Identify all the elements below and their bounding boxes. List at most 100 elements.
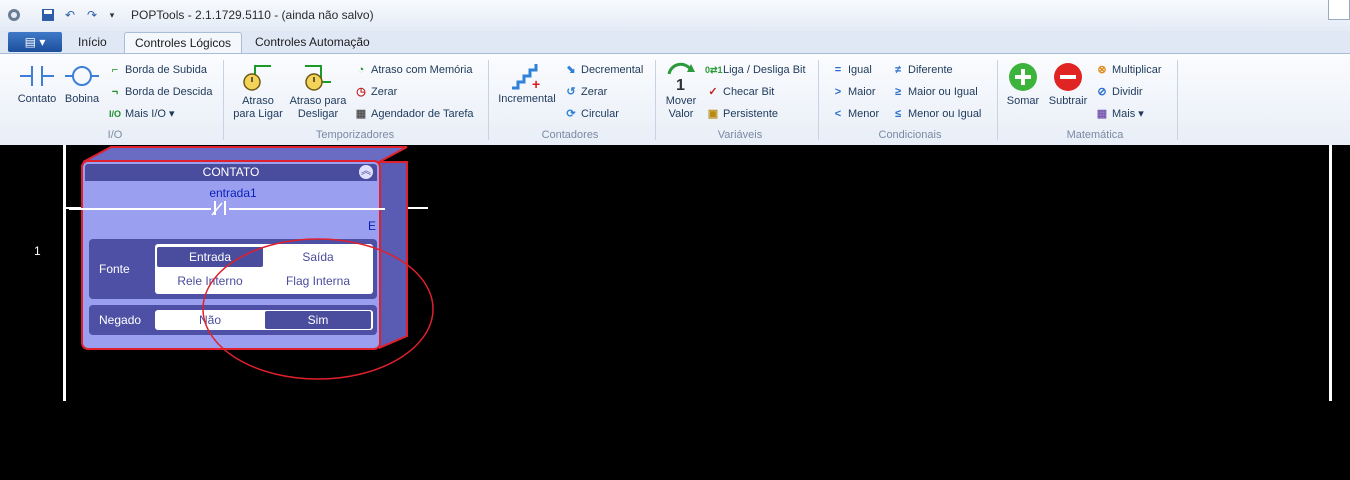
- highlight-ellipse: [202, 238, 434, 380]
- group-label-condicionais: Condicionais: [878, 129, 942, 141]
- redo-icon[interactable]: ↷: [85, 8, 99, 22]
- negado-label: Negado: [99, 313, 142, 327]
- contato-label: Contato: [17, 93, 57, 105]
- maior-button[interactable]: > Maior: [830, 84, 876, 100]
- group-label-contadores: Contadores: [541, 129, 599, 141]
- left-power-rail: [63, 145, 66, 401]
- greater-than-icon: >: [834, 86, 842, 99]
- dropdown-arrow-icon: ▾: [1138, 108, 1144, 120]
- group-separator: [488, 60, 489, 140]
- dividir-button[interactable]: ⊘ Dividir: [1094, 84, 1142, 100]
- quick-access-dropdown-icon[interactable]: ▾: [105, 8, 119, 22]
- svg-text:1: 1: [676, 77, 685, 92]
- group-separator: [1177, 60, 1178, 140]
- contact-variable-name[interactable]: entrada1: [83, 186, 383, 200]
- fonte-label: Fonte: [99, 262, 130, 276]
- bobina-button[interactable]: Bobina: [62, 62, 102, 106]
- timer-off-icon: [305, 65, 331, 91]
- group-separator: [655, 60, 656, 140]
- timer-reset-icon: ◷: [356, 86, 366, 99]
- app-icon[interactable]: [7, 8, 21, 22]
- ladder-canvas[interactable]: 1 CONTATO ︽ entrada1 E Fonte Entrada Saí…: [0, 145, 1350, 480]
- check-bit-icon: ✓: [708, 86, 718, 99]
- toggle-bit-icon: 0⇄1: [705, 65, 723, 76]
- svg-text:+: +: [532, 76, 540, 90]
- app-menu-icon: ▤ ▾: [24, 35, 46, 49]
- greater-equal-icon: ≥: [894, 86, 902, 99]
- panel-header: CONTATO ︽: [85, 164, 377, 181]
- less-than-icon: <: [834, 108, 842, 121]
- atraso-memoria-button[interactable]: ◔ Atraso com Memória: [353, 62, 473, 78]
- mais-io-button[interactable]: I/O Mais I/O ▾: [107, 106, 175, 122]
- calendar-icon: ▦: [355, 108, 367, 121]
- igual-button[interactable]: = Igual: [830, 62, 872, 78]
- rising-edge-icon: ⌐: [111, 64, 119, 77]
- falling-edge-icon: ¬: [111, 86, 119, 99]
- contact-type-letter: E: [368, 219, 377, 233]
- window-title: POPTools - 2.1.1729.5110 - (ainda não sa…: [131, 8, 374, 22]
- table-icon: ▦: [1096, 108, 1108, 121]
- liga-desliga-bit-button[interactable]: 0⇄1Liga / Desliga Bit: [705, 62, 806, 78]
- atraso-ligar-button[interactable]: Atraso para Ligar: [230, 60, 286, 121]
- checar-bit-button[interactable]: ✓ Checar Bit: [705, 84, 774, 100]
- tab-controles-logicos[interactable]: Controles Lógicos: [124, 32, 243, 53]
- persistent-icon: ▣: [707, 108, 719, 121]
- counter-down-icon: ⬊: [566, 64, 576, 77]
- menor-button[interactable]: < Menor: [830, 106, 879, 122]
- collapse-icon[interactable]: ︽: [359, 165, 373, 179]
- panel-title: CONTATO: [202, 165, 260, 179]
- mover-valor-button[interactable]: 1 Mover Valor: [660, 60, 702, 121]
- circular-counter-icon: ⟳: [566, 108, 576, 121]
- timer-on-icon: [243, 65, 271, 91]
- diferente-button[interactable]: ≠ Diferente: [890, 62, 953, 78]
- circular-button[interactable]: ⟳ Circular: [563, 106, 619, 122]
- ribbon: Contato Bobina ⌐ Borda de Subida ¬ Borda d…: [0, 53, 1350, 146]
- right-power-rail: [1329, 145, 1332, 401]
- not-equal-icon: ≠: [894, 64, 902, 77]
- borda-subida-button[interactable]: ⌐ Borda de Subida: [107, 62, 207, 78]
- app-menu-button[interactable]: ▤ ▾: [8, 32, 62, 52]
- multiply-icon: ⊗: [1097, 64, 1107, 77]
- dropdown-arrow-icon: ▾: [169, 108, 175, 120]
- contato-button[interactable]: Contato: [14, 62, 60, 106]
- borda-descida-button[interactable]: ¬ Borda de Descida: [107, 84, 213, 100]
- save-icon[interactable]: [41, 8, 55, 22]
- somar-button[interactable]: Somar: [1004, 62, 1042, 108]
- agendador-button[interactable]: ▦ Agendador de Tarefa: [353, 106, 474, 122]
- zerar-counter-button[interactable]: ↺ Zerar: [563, 84, 607, 100]
- less-equal-icon: ≤: [894, 108, 902, 121]
- group-label-io: I/O: [107, 129, 123, 141]
- zerar-timer-button[interactable]: ◷ Zerar: [353, 84, 397, 100]
- move-value-icon: 1: [667, 62, 695, 92]
- group-separator: [818, 60, 819, 140]
- equal-icon: =: [834, 64, 842, 77]
- decremental-button[interactable]: ⬊ Decremental: [563, 62, 643, 78]
- plus-icon: [1009, 63, 1037, 91]
- mais-math-button[interactable]: ▦ Mais ▾: [1094, 106, 1144, 122]
- undo-icon[interactable]: ↶: [63, 8, 77, 22]
- persistente-button[interactable]: ▣ Persistente: [705, 106, 778, 122]
- minus-icon: [1054, 63, 1082, 91]
- group-separator: [223, 60, 224, 140]
- timer-memory-icon: ◔: [357, 64, 365, 77]
- title-bar: ↶ ↷ ▾ POPTools - 2.1.1729.5110 - (ainda …: [0, 0, 1350, 32]
- io-icon: I/O: [108, 109, 121, 120]
- divide-icon: ⊘: [1097, 86, 1107, 99]
- counter-up-icon: +: [512, 64, 540, 90]
- multiplicar-button[interactable]: ⊗ Multiplicar: [1094, 62, 1161, 78]
- subtrair-button[interactable]: Subtrair: [1046, 62, 1090, 108]
- tab-inicio[interactable]: Início: [68, 32, 117, 53]
- atraso-desligar-button[interactable]: Atraso para Desligar: [286, 60, 350, 121]
- group-label-matematica: Matemática: [1066, 129, 1124, 141]
- group-label-variaveis: Variáveis: [717, 129, 763, 141]
- tab-controles-automacao[interactable]: Controles Automação: [245, 32, 380, 53]
- incremental-button[interactable]: + Incremental: [495, 62, 559, 106]
- coil-icon: [65, 66, 99, 86]
- contact-symbol: [69, 201, 385, 216]
- bobina-label: Bobina: [64, 93, 100, 105]
- menor-igual-button[interactable]: ≤ Menor ou Igual: [890, 106, 981, 122]
- rung-number: 1: [34, 244, 41, 258]
- maior-igual-button[interactable]: ≥ Maior ou Igual: [890, 84, 978, 100]
- group-label-temporizadores: Temporizadores: [315, 129, 395, 141]
- window-control-button[interactable]: [1328, 0, 1350, 20]
